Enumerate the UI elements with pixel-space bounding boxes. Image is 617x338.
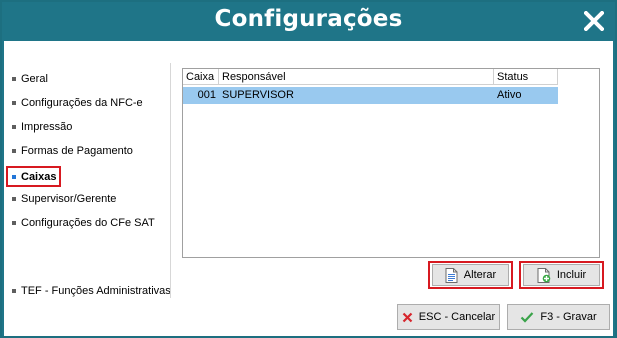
cell-status: Ativo (497, 89, 522, 101)
sidebar-item-configuracoes-cfe-sat[interactable]: Configurações do CFe SAT (8, 214, 155, 232)
sidebar-item-supervisor-gerente[interactable]: Supervisor/Gerente (8, 190, 116, 208)
checkmark-icon (520, 311, 534, 323)
sidebar-item-label: TEF - Funções Administrativas (21, 285, 171, 297)
title-bar: Configurações (2, 2, 615, 40)
sidebar-item-impressao[interactable]: Impressão (8, 118, 72, 136)
cell-responsavel: SUPERVISOR (222, 89, 294, 101)
gravar-button[interactable]: F3 - Gravar (507, 304, 610, 330)
sidebar-item-tef[interactable]: TEF - Funções Administrativas (8, 282, 171, 300)
cancel-x-icon (402, 312, 413, 323)
bullet-icon (12, 221, 16, 225)
gravar-label: F3 - Gravar (540, 311, 597, 323)
column-header-caixa[interactable]: Caixa (183, 69, 219, 85)
sidebar-item-caixas[interactable]: Caixas (6, 166, 62, 187)
add-document-icon (537, 267, 551, 283)
sidebar-item-label: Formas de Pagamento (21, 145, 133, 157)
sidebar-item-label: Caixas (21, 170, 57, 183)
sidebar-item-configuracoes-nfce[interactable]: Configurações da NFC-e (8, 94, 143, 112)
column-header-responsavel[interactable]: Responsável (219, 69, 494, 85)
sidebar-item-geral[interactable]: Geral (8, 70, 48, 88)
cancelar-label: ESC - Cancelar (418, 311, 496, 323)
sidebar-item-formas-pagamento[interactable]: Formas de Pagamento (8, 142, 133, 160)
incluir-label: Incluir (556, 269, 587, 281)
close-button[interactable] (575, 2, 613, 40)
incluir-button[interactable]: Incluir (523, 264, 600, 286)
bullet-icon (12, 197, 16, 201)
sidebar-divider (170, 63, 171, 298)
sidebar-item-label: Configurações da NFC-e (21, 97, 143, 109)
cancelar-button[interactable]: ESC - Cancelar (397, 304, 500, 330)
caixas-table[interactable]: Caixa Responsável Status 001 SUPERVISOR … (182, 68, 600, 258)
bullet-icon (12, 101, 16, 105)
window-title: Configurações (214, 6, 403, 32)
sidebar-item-label: Impressão (21, 121, 73, 133)
sidebar-item-label: Geral (21, 73, 48, 85)
alterar-label: Alterar (463, 269, 497, 281)
edit-document-icon (445, 267, 458, 283)
sidebar-nav: Geral Configurações da NFC-e Impressão F… (4, 41, 174, 336)
bullet-icon (12, 149, 16, 153)
sidebar-item-label: Configurações do CFe SAT (21, 217, 155, 229)
config-window: Configurações Geral Configurações da NFC… (0, 0, 617, 338)
bullet-icon (12, 77, 16, 81)
alterar-button[interactable]: Alterar (432, 264, 509, 286)
bullet-icon (12, 125, 16, 129)
table-header: Caixa Responsável Status (183, 69, 558, 86)
bullet-icon (12, 289, 16, 293)
close-icon (584, 11, 604, 31)
client-area: Geral Configurações da NFC-e Impressão F… (4, 41, 613, 336)
cell-caixa: 001 (197, 89, 216, 101)
bullet-icon (12, 174, 16, 179)
column-header-status[interactable]: Status (494, 69, 558, 85)
sidebar-item-label: Supervisor/Gerente (21, 193, 117, 205)
table-row[interactable]: 001 SUPERVISOR Ativo (183, 87, 558, 104)
